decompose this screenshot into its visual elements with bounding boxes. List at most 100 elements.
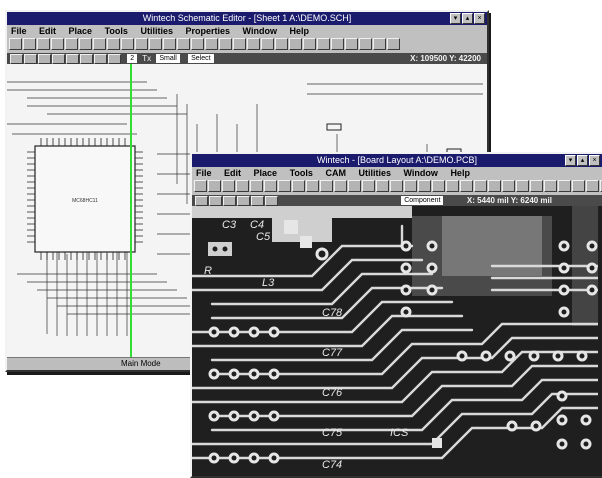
tool-button[interactable] bbox=[502, 180, 515, 192]
tool-button[interactable] bbox=[261, 38, 274, 50]
menu-utilities[interactable]: Utilities bbox=[140, 26, 173, 36]
menu-edit[interactable]: Edit bbox=[39, 26, 56, 36]
tool-button[interactable] bbox=[9, 38, 22, 50]
tool-button[interactable] bbox=[23, 38, 36, 50]
tool-button[interactable] bbox=[530, 180, 543, 192]
tool-button[interactable] bbox=[177, 38, 190, 50]
tool-button[interactable] bbox=[219, 38, 232, 50]
tool-button[interactable] bbox=[149, 38, 162, 50]
menu-properties[interactable]: Properties bbox=[185, 26, 230, 36]
tool-button[interactable] bbox=[446, 180, 459, 192]
pcb-canvas[interactable]: C3 C4 C5 R L3 C78 C77 C76 C75 C74 ICS bbox=[192, 206, 602, 476]
tool-button[interactable] bbox=[362, 180, 375, 192]
menu-help[interactable]: Help bbox=[450, 168, 470, 178]
tool-button[interactable] bbox=[317, 38, 330, 50]
menu-window[interactable]: Window bbox=[243, 26, 277, 36]
tool-button[interactable] bbox=[586, 180, 599, 192]
tool-button[interactable] bbox=[376, 180, 389, 192]
bus-icon[interactable] bbox=[94, 54, 107, 64]
grid-icon[interactable] bbox=[209, 196, 222, 206]
menu-file[interactable]: File bbox=[196, 168, 212, 178]
tool-button[interactable] bbox=[348, 180, 361, 192]
tool-button[interactable] bbox=[65, 38, 78, 50]
tool-button[interactable] bbox=[334, 180, 347, 192]
drc-icon[interactable] bbox=[265, 196, 278, 206]
menu-place[interactable]: Place bbox=[69, 26, 93, 36]
tool-button[interactable] bbox=[250, 180, 263, 192]
tool-button[interactable] bbox=[289, 38, 302, 50]
tool-button[interactable] bbox=[432, 180, 445, 192]
tool-button[interactable] bbox=[387, 38, 400, 50]
snap-icon[interactable] bbox=[223, 196, 236, 206]
tool-button[interactable] bbox=[558, 180, 571, 192]
menu-help[interactable]: Help bbox=[289, 26, 309, 36]
select-button[interactable]: Select bbox=[188, 54, 214, 64]
ortho-icon[interactable] bbox=[52, 54, 65, 64]
tool-button[interactable] bbox=[460, 180, 473, 192]
menu-file[interactable]: File bbox=[11, 26, 27, 36]
tool-button[interactable] bbox=[236, 180, 249, 192]
tool-button[interactable] bbox=[264, 180, 277, 192]
tool-button[interactable] bbox=[205, 38, 218, 50]
menu-tools[interactable]: Tools bbox=[105, 26, 128, 36]
tool-button[interactable] bbox=[306, 180, 319, 192]
schematic-title-bar: Wintech Schematic Editor - [Sheet 1 A:\D… bbox=[7, 12, 487, 25]
tool-button[interactable] bbox=[79, 38, 92, 50]
tool-button[interactable] bbox=[345, 38, 358, 50]
tool-button[interactable] bbox=[359, 38, 372, 50]
tool-button[interactable] bbox=[208, 180, 221, 192]
tool-button[interactable] bbox=[107, 38, 120, 50]
grid-icon[interactable] bbox=[24, 54, 37, 64]
menu-tools[interactable]: Tools bbox=[290, 168, 313, 178]
tool-button[interactable] bbox=[418, 180, 431, 192]
tool-button[interactable] bbox=[572, 180, 585, 192]
snap-icon[interactable] bbox=[10, 54, 23, 64]
tool-button[interactable] bbox=[163, 38, 176, 50]
tool-button[interactable] bbox=[51, 38, 64, 50]
tool-button[interactable] bbox=[390, 180, 403, 192]
tool-button[interactable] bbox=[474, 180, 487, 192]
menu-cam[interactable]: CAM bbox=[325, 168, 346, 178]
tool-button[interactable] bbox=[222, 180, 235, 192]
minimize-icon[interactable]: ▾ bbox=[450, 13, 461, 24]
tool-button[interactable] bbox=[373, 38, 386, 50]
wire-icon[interactable] bbox=[80, 54, 93, 64]
tool-button[interactable] bbox=[516, 180, 529, 192]
tool-button[interactable] bbox=[331, 38, 344, 50]
menu-edit[interactable]: Edit bbox=[224, 168, 241, 178]
tool-button[interactable] bbox=[275, 38, 288, 50]
menu-window[interactable]: Window bbox=[404, 168, 438, 178]
minimize-icon[interactable]: ▾ bbox=[565, 155, 576, 166]
tool-button[interactable] bbox=[194, 180, 207, 192]
maximize-icon[interactable]: ▴ bbox=[462, 13, 473, 24]
tool-button[interactable] bbox=[544, 180, 557, 192]
tool-button[interactable] bbox=[404, 180, 417, 192]
pan-icon[interactable] bbox=[66, 54, 79, 64]
tool-button[interactable] bbox=[292, 180, 305, 192]
tool-button[interactable] bbox=[303, 38, 316, 50]
pcb-label-c77: C77 bbox=[322, 347, 343, 359]
junction-icon[interactable] bbox=[108, 54, 121, 64]
menu-utilities[interactable]: Utilities bbox=[358, 168, 391, 178]
maximize-icon[interactable]: ▴ bbox=[577, 155, 588, 166]
layer-select[interactable]: Component bbox=[401, 196, 444, 206]
tool-button[interactable] bbox=[488, 180, 501, 192]
close-icon[interactable]: × bbox=[589, 155, 600, 166]
via-icon[interactable] bbox=[237, 196, 250, 206]
tool-button[interactable] bbox=[93, 38, 106, 50]
tool-button[interactable] bbox=[135, 38, 148, 50]
close-icon[interactable]: × bbox=[474, 13, 485, 24]
route-icon[interactable] bbox=[251, 196, 264, 206]
layer-icon[interactable] bbox=[195, 196, 208, 206]
zoom-icon[interactable] bbox=[38, 54, 51, 64]
tool-button[interactable] bbox=[247, 38, 260, 50]
tool-button[interactable] bbox=[233, 38, 246, 50]
width-field[interactable]: 2 bbox=[127, 54, 138, 64]
text-size-select[interactable]: Small bbox=[156, 54, 180, 64]
menu-place[interactable]: Place bbox=[254, 168, 278, 178]
tool-button[interactable] bbox=[191, 38, 204, 50]
tool-button[interactable] bbox=[121, 38, 134, 50]
tool-button[interactable] bbox=[37, 38, 50, 50]
tool-button[interactable] bbox=[320, 180, 333, 192]
tool-button[interactable] bbox=[278, 180, 291, 192]
